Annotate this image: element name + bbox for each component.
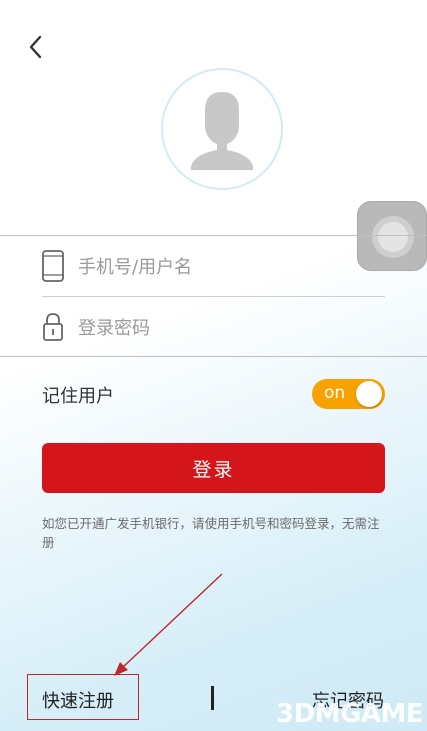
avatar xyxy=(161,68,283,190)
toggle-state-text: on xyxy=(324,383,346,403)
chevron-left-icon xyxy=(29,35,42,59)
assistive-touch-center xyxy=(378,222,408,252)
login-notice-text: 如您已开通广发手机银行，请使用手机号和密码登录，无需注册 xyxy=(42,516,380,550)
back-button[interactable] xyxy=(22,30,52,64)
form-bottom-divider xyxy=(0,356,427,357)
toggle-knob xyxy=(356,381,382,407)
footer-divider xyxy=(211,686,214,710)
password-input[interactable] xyxy=(78,315,358,341)
quick-register-link[interactable]: 快速注册 xyxy=(42,687,114,713)
annotation-arrow xyxy=(114,573,223,676)
remember-user-toggle[interactable]: on xyxy=(312,379,385,409)
remember-user-label: 记住用户 xyxy=(42,386,114,407)
lock-icon xyxy=(40,310,66,344)
form-top-divider xyxy=(0,235,427,236)
assistive-touch-button[interactable] xyxy=(357,201,427,271)
phone-icon xyxy=(40,249,66,283)
username-input[interactable] xyxy=(78,254,358,280)
watermark-text: 3DMGAME xyxy=(276,699,424,729)
default-user-avatar-icon xyxy=(191,92,253,170)
username-underline xyxy=(42,296,385,297)
login-button[interactable]: 登录 xyxy=(42,443,385,493)
